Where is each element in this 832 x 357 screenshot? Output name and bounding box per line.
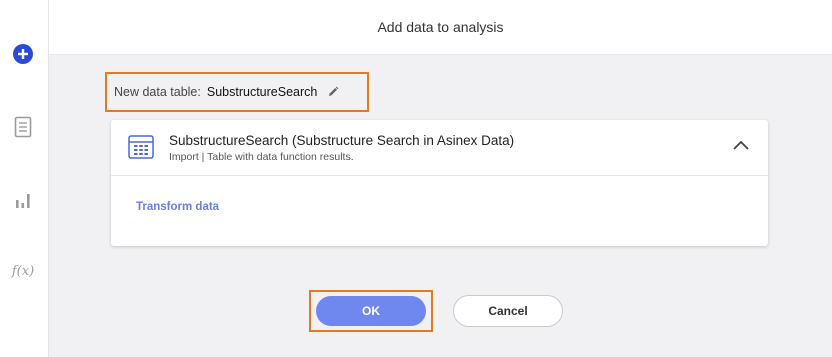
document-icon[interactable]	[12, 116, 34, 138]
ok-button-highlight: OK	[309, 290, 433, 332]
new-data-table-label: New data table:	[114, 85, 201, 99]
data-source-card-header[interactable]: SubstructureSearch (Substructure Search …	[111, 120, 768, 176]
pencil-icon[interactable]	[327, 86, 339, 98]
left-rail: f(x)	[0, 0, 49, 357]
table-icon	[128, 135, 154, 164]
dialog-header: Add data to analysis	[49, 0, 832, 55]
transform-data-link[interactable]: Transform data	[136, 201, 219, 213]
dialog-title: Add data to analysis	[377, 19, 504, 35]
data-source-title: SubstructureSearch (Substructure Search …	[169, 133, 515, 148]
cancel-button[interactable]: Cancel	[453, 295, 563, 327]
ok-button[interactable]: OK	[316, 296, 426, 326]
new-data-table-row: New data table: SubstructureSearch	[105, 72, 369, 112]
new-data-table-name[interactable]: SubstructureSearch	[207, 85, 317, 99]
function-icon[interactable]: f(x)	[12, 260, 34, 282]
bar-chart-icon[interactable]	[12, 189, 34, 211]
chevron-up-icon[interactable]	[732, 138, 750, 156]
data-source-subtitle: Import | Table with data function result…	[169, 151, 354, 163]
data-source-card: SubstructureSearch (Substructure Search …	[111, 120, 768, 246]
add-icon[interactable]	[12, 43, 34, 65]
